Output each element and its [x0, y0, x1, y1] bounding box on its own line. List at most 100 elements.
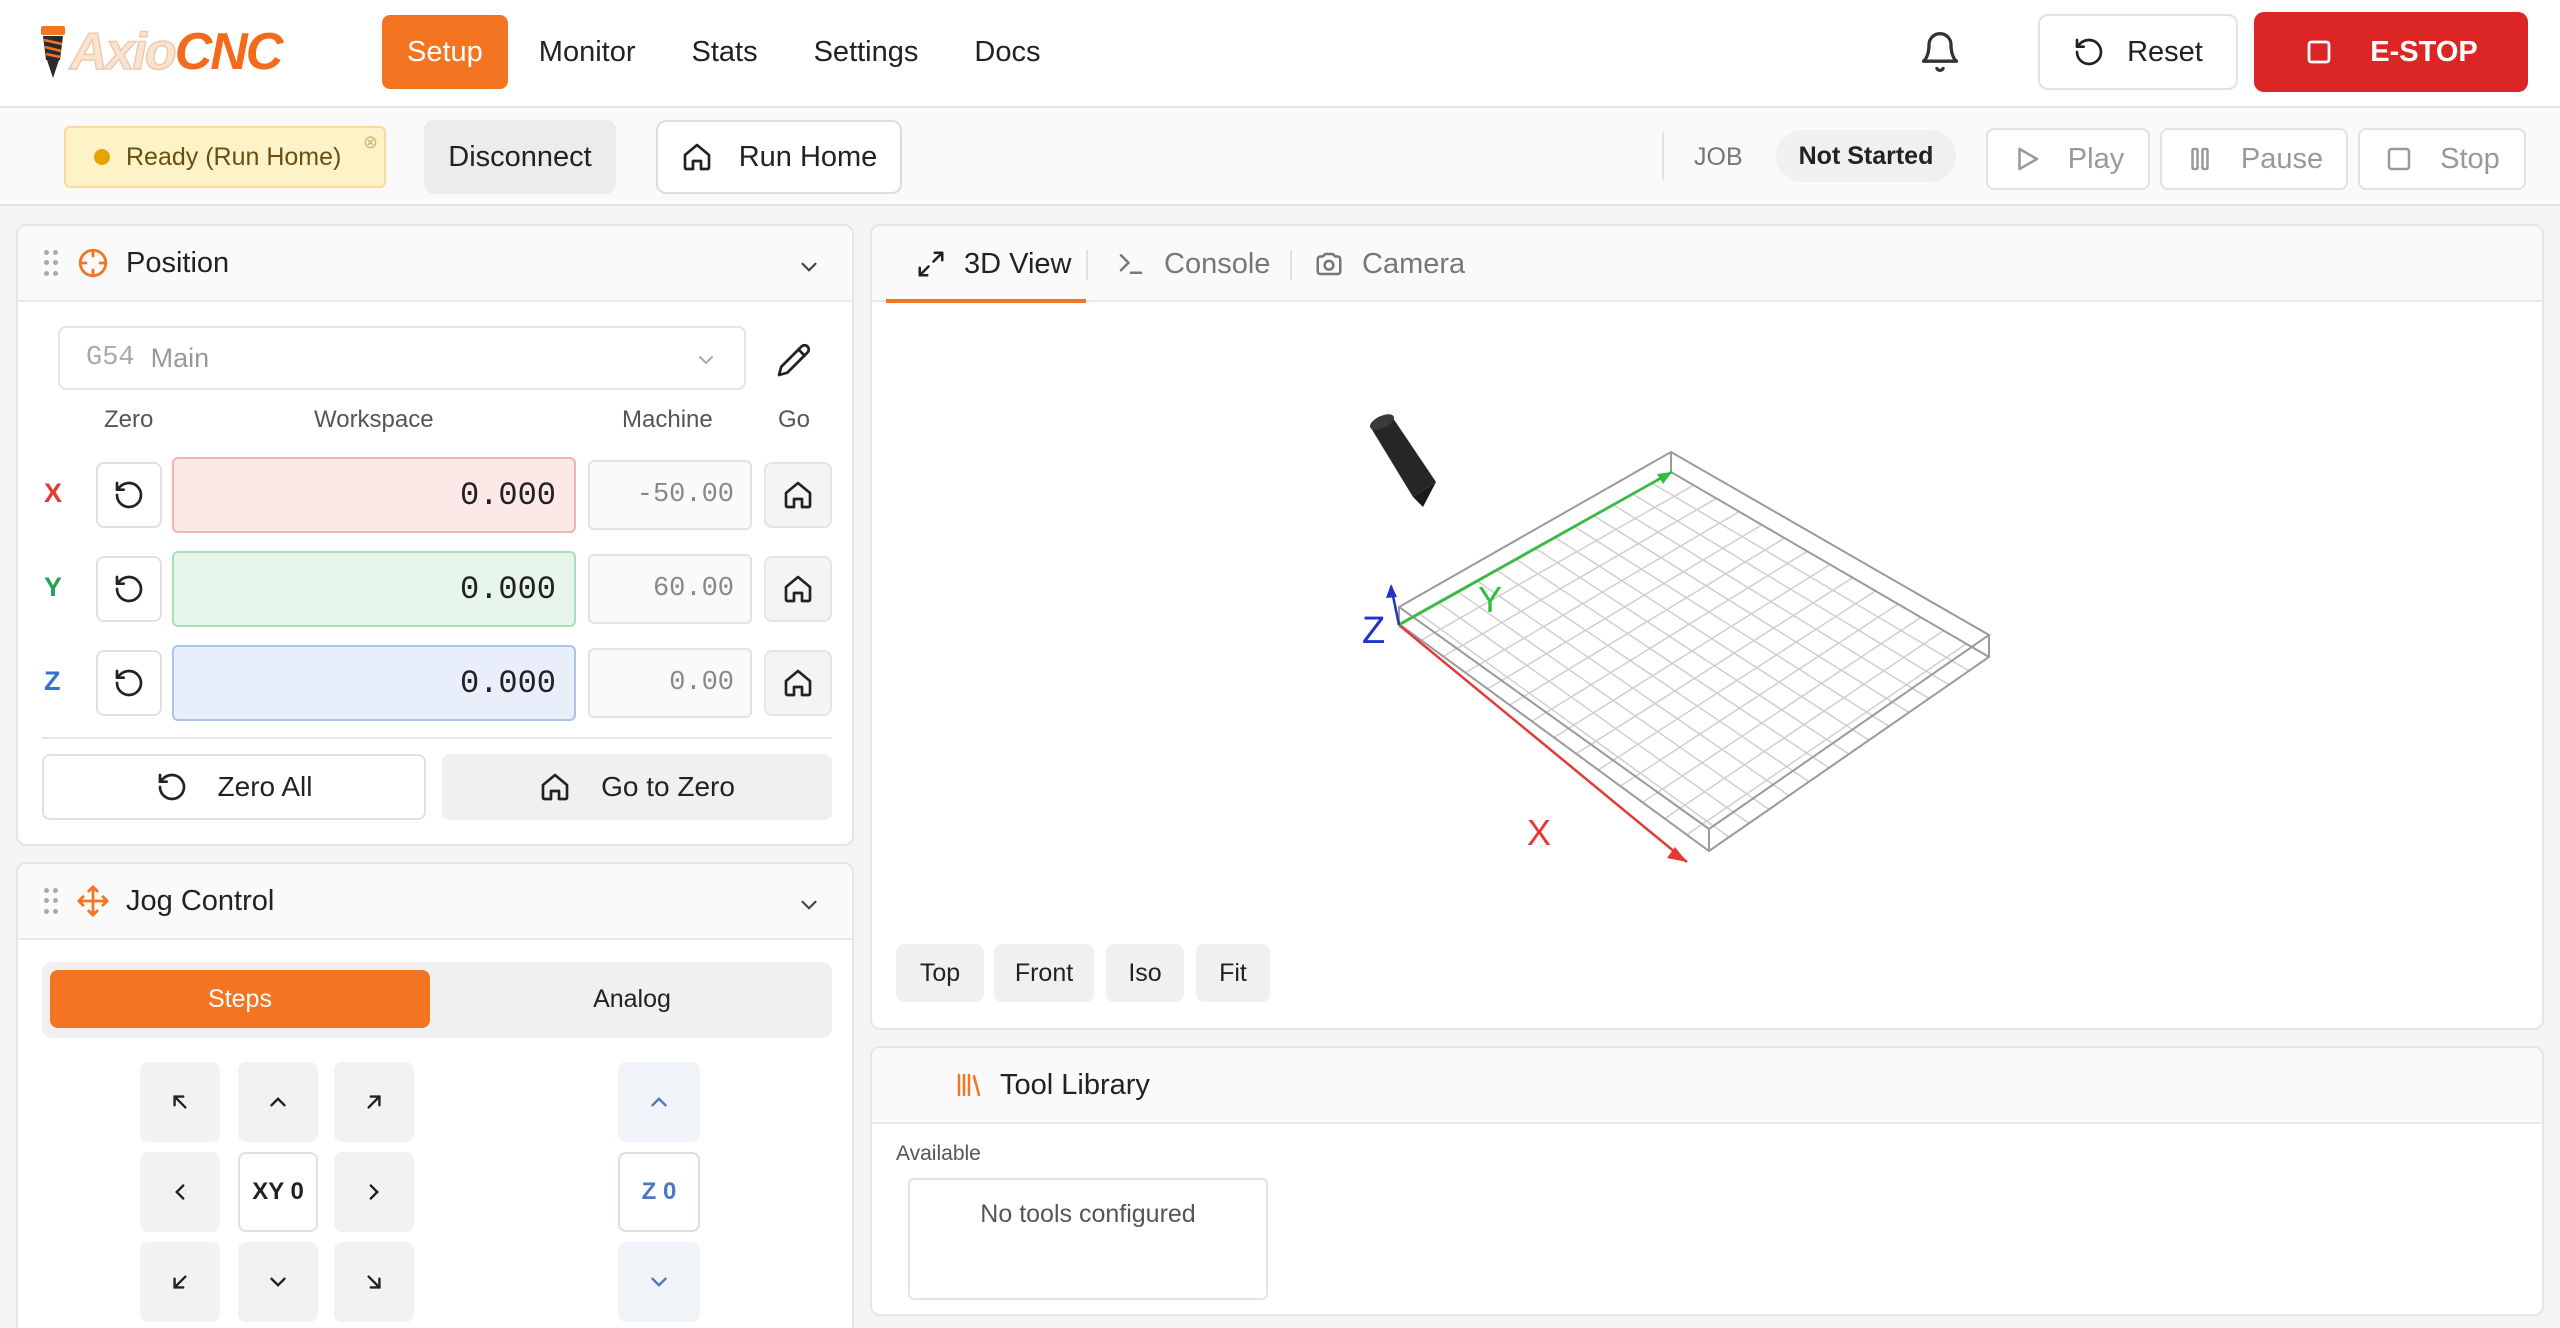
x-axis-label: X	[1527, 812, 1551, 853]
rotate-ccw-icon	[115, 575, 143, 603]
home-icon	[541, 773, 569, 801]
crosshair-icon	[78, 248, 108, 278]
column-header-workspace: Workspace	[314, 406, 434, 433]
run-home-label: Run Home	[738, 140, 878, 173]
mode-steps-tab[interactable]: Steps	[50, 970, 430, 1028]
z-arrow	[1386, 584, 1397, 598]
jog-mode-toggle: Steps Analog	[42, 962, 832, 1038]
drag-handle-icon[interactable]	[44, 250, 58, 276]
position-panel-title: Position	[126, 246, 230, 279]
nav-stats[interactable]: Stats	[667, 15, 783, 89]
go-z-button[interactable]	[764, 650, 832, 716]
play-label: Play	[2067, 142, 2125, 175]
play-button[interactable]: Play	[1986, 128, 2150, 190]
home-icon	[784, 669, 812, 697]
jog-z-down-button[interactable]	[618, 1242, 700, 1322]
run-home-button[interactable]: Run Home	[656, 120, 902, 194]
estop-button[interactable]: E-STOP	[2254, 12, 2528, 92]
pause-icon	[2191, 147, 2209, 171]
jog-down-right-button[interactable]	[334, 1242, 414, 1322]
tab-camera[interactable]: Camera	[1314, 226, 1465, 302]
top-bar: Axio CNC Setup Monitor Stats Settings Doc…	[0, 0, 2560, 108]
zero-all-label: Zero All	[217, 771, 313, 802]
nav-docs[interactable]: Docs	[949, 15, 1065, 89]
arrow-up-right-icon	[367, 1095, 381, 1109]
pause-button[interactable]: Pause	[2160, 128, 2348, 190]
jog-down-left-button[interactable]	[140, 1242, 220, 1322]
arrow-down-right-icon	[367, 1275, 381, 1289]
zero-x-button[interactable]	[96, 462, 162, 528]
xy-zero-button[interactable]: XY 0	[238, 1152, 318, 1232]
view-front-button[interactable]: Front	[994, 944, 1094, 1002]
go-to-zero-button[interactable]: Go to Zero	[442, 754, 832, 820]
work-area-grid	[1417, 482, 1970, 838]
axis-label-z: Z	[44, 666, 61, 696]
jog-down-button[interactable]	[238, 1242, 318, 1322]
divider	[1086, 250, 1088, 280]
edit-pencil-icon[interactable]	[776, 342, 812, 378]
reset-button[interactable]: Reset	[2038, 14, 2238, 90]
drag-handle-icon[interactable]	[44, 888, 58, 914]
app-logo[interactable]: Axio CNC	[36, 22, 284, 82]
arrow-up-left-icon	[173, 1095, 187, 1109]
nav-monitor[interactable]: Monitor	[514, 15, 661, 89]
column-header-go: Go	[778, 406, 811, 433]
library-icon	[957, 1073, 981, 1097]
jog-z-up-button[interactable]	[618, 1062, 700, 1142]
terminal-icon	[1119, 254, 1143, 274]
go-y-button[interactable]	[764, 556, 832, 622]
chevron-left-icon	[175, 1184, 185, 1200]
machine-z-field: 0.00	[588, 648, 752, 718]
bell-icon[interactable]	[1918, 30, 1962, 74]
stop-button[interactable]: Stop	[2358, 128, 2526, 190]
go-x-button[interactable]	[764, 462, 832, 528]
workspace-z-field[interactable]: 0.000	[172, 645, 576, 721]
wcs-select[interactable]: G54 Main	[58, 326, 746, 390]
close-icon[interactable]: ⊗	[363, 132, 378, 153]
jog-right-button[interactable]	[334, 1152, 414, 1232]
z-axis-label: Z	[1362, 610, 1385, 652]
tab-console-label: Console	[1164, 247, 1271, 280]
rotate-ccw-icon	[115, 481, 143, 509]
tab-camera-label: Camera	[1362, 247, 1466, 280]
view-fit-button[interactable]: Fit	[1196, 944, 1270, 1002]
jog-up-right-button[interactable]	[334, 1062, 414, 1142]
nav-setup[interactable]: Setup	[382, 15, 508, 89]
go-to-zero-label: Go to Zero	[601, 771, 735, 802]
home-icon	[683, 143, 711, 171]
jog-panel-header[interactable]: Jog Control	[18, 864, 852, 940]
zero-z-button[interactable]	[96, 650, 162, 716]
chevron-down-icon	[651, 1277, 667, 1287]
jog-up-button[interactable]	[238, 1062, 318, 1142]
view-iso-button[interactable]: Iso	[1106, 944, 1184, 1002]
tool-library-header[interactable]: Tool Library	[872, 1048, 2542, 1124]
tab-3d-view[interactable]: 3D View	[916, 226, 1071, 302]
axis-label-x: X	[44, 478, 63, 508]
disconnect-button[interactable]: Disconnect	[424, 120, 616, 194]
position-panel-header[interactable]: Position	[18, 226, 852, 302]
zero-all-button[interactable]: Zero All	[42, 754, 426, 820]
chevron-down-icon[interactable]	[796, 892, 822, 918]
jog-up-left-button[interactable]	[140, 1062, 220, 1142]
zero-y-button[interactable]	[96, 556, 162, 622]
jog-left-button[interactable]	[140, 1152, 220, 1232]
workspace-y-field[interactable]: 0.000	[172, 551, 576, 627]
mode-analog-tab[interactable]: Analog	[442, 970, 822, 1028]
tab-console[interactable]: Console	[1116, 226, 1270, 302]
tools-empty-state: No tools configured	[908, 1178, 1268, 1300]
tool-library-panel: Tool Library Available No tools configur…	[870, 1046, 2544, 1316]
rotate-ccw-icon	[115, 669, 143, 697]
tools-empty-text: No tools configured	[980, 1200, 1196, 1228]
chevron-down-icon	[270, 1277, 286, 1287]
view-top-button[interactable]: Top	[896, 944, 984, 1002]
divider	[42, 737, 832, 739]
chevron-down-icon[interactable]	[796, 254, 822, 280]
z-zero-button[interactable]: Z 0	[618, 1152, 700, 1232]
logo-text-cnc: CNC	[174, 23, 284, 81]
workspace-x-field[interactable]: 0.000	[172, 457, 576, 533]
nav-settings[interactable]: Settings	[789, 15, 944, 89]
home-icon	[784, 575, 812, 603]
grid-line	[1686, 643, 1967, 836]
grid-line	[1664, 629, 1944, 820]
3d-scene-canvas[interactable]: X Y Z	[872, 302, 2542, 932]
